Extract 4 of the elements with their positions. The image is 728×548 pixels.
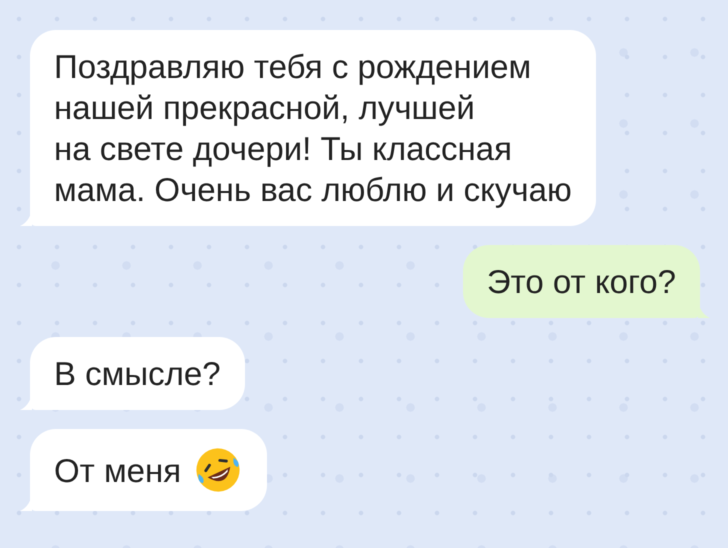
message-text: Поздравляю тебя с рождением нашей прекрасной, лучшей на свете дочери! Ты классная мама. Очень вас люблю и скучаю [54,47,572,210]
message-text: В смысле? [54,354,221,394]
message-text: Это от кого? [486,262,676,302]
message-text: От меня [54,450,182,490]
